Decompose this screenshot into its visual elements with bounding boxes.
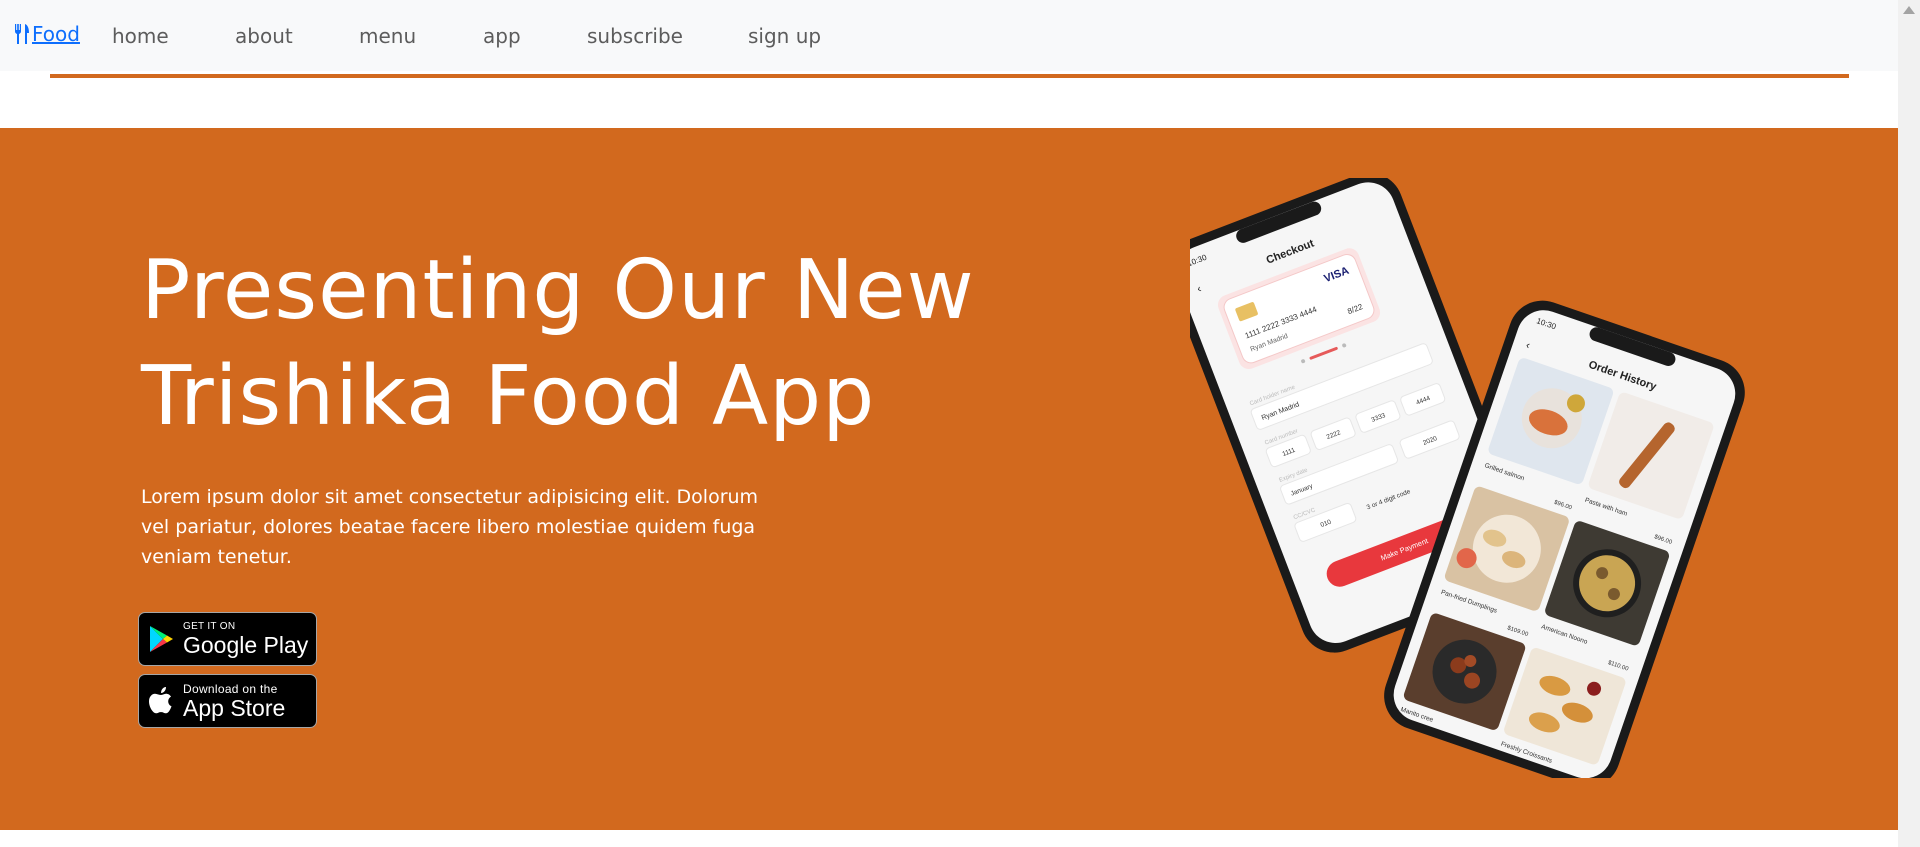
nav-link-home[interactable]: home xyxy=(112,24,169,48)
nav-link-subscribe[interactable]: subscribe xyxy=(587,24,683,48)
section-divider xyxy=(50,74,1849,78)
nav-link-sign-up[interactable]: sign up xyxy=(748,24,821,48)
apple-icon xyxy=(139,686,183,716)
hero-title-line-2: Trishika Food App xyxy=(141,349,876,444)
google-play-button[interactable]: GET IT ON Google Play xyxy=(138,612,317,666)
hero-title: Presenting Our New Trishika Food App xyxy=(141,238,1041,450)
phone-mockups-image: 10:30 ‹ Checkout VISA 1111 2222 3333 444… xyxy=(1190,178,1745,778)
nav-link-app[interactable]: app xyxy=(483,24,521,48)
nav-link-menu[interactable]: menu xyxy=(359,24,416,48)
top-navbar: Food home about menu app subscribe sign … xyxy=(0,0,1898,71)
google-play-icon xyxy=(139,625,183,653)
brand-link[interactable]: Food xyxy=(14,22,80,46)
brand-label: Food xyxy=(32,22,80,46)
google-play-big-text: Google Play xyxy=(183,631,309,658)
app-store-button[interactable]: Download on the App Store xyxy=(138,674,317,728)
scroll-up-arrow-icon[interactable] xyxy=(1903,6,1915,14)
hero-description: Lorem ipsum dolor sit amet consectetur a… xyxy=(141,486,759,568)
app-promo-section: Presenting Our New Trishika Food App Lor… xyxy=(0,128,1898,830)
vertical-scrollbar[interactable] xyxy=(1898,0,1920,847)
hero-title-line-1: Presenting Our New xyxy=(141,243,975,338)
google-play-small-text: GET IT ON xyxy=(183,620,236,632)
nav-link-about[interactable]: about xyxy=(235,24,293,48)
app-store-big-text: App Store xyxy=(183,694,286,721)
utensils-icon xyxy=(14,24,29,44)
app-store-small-text: Download on the xyxy=(183,681,278,696)
